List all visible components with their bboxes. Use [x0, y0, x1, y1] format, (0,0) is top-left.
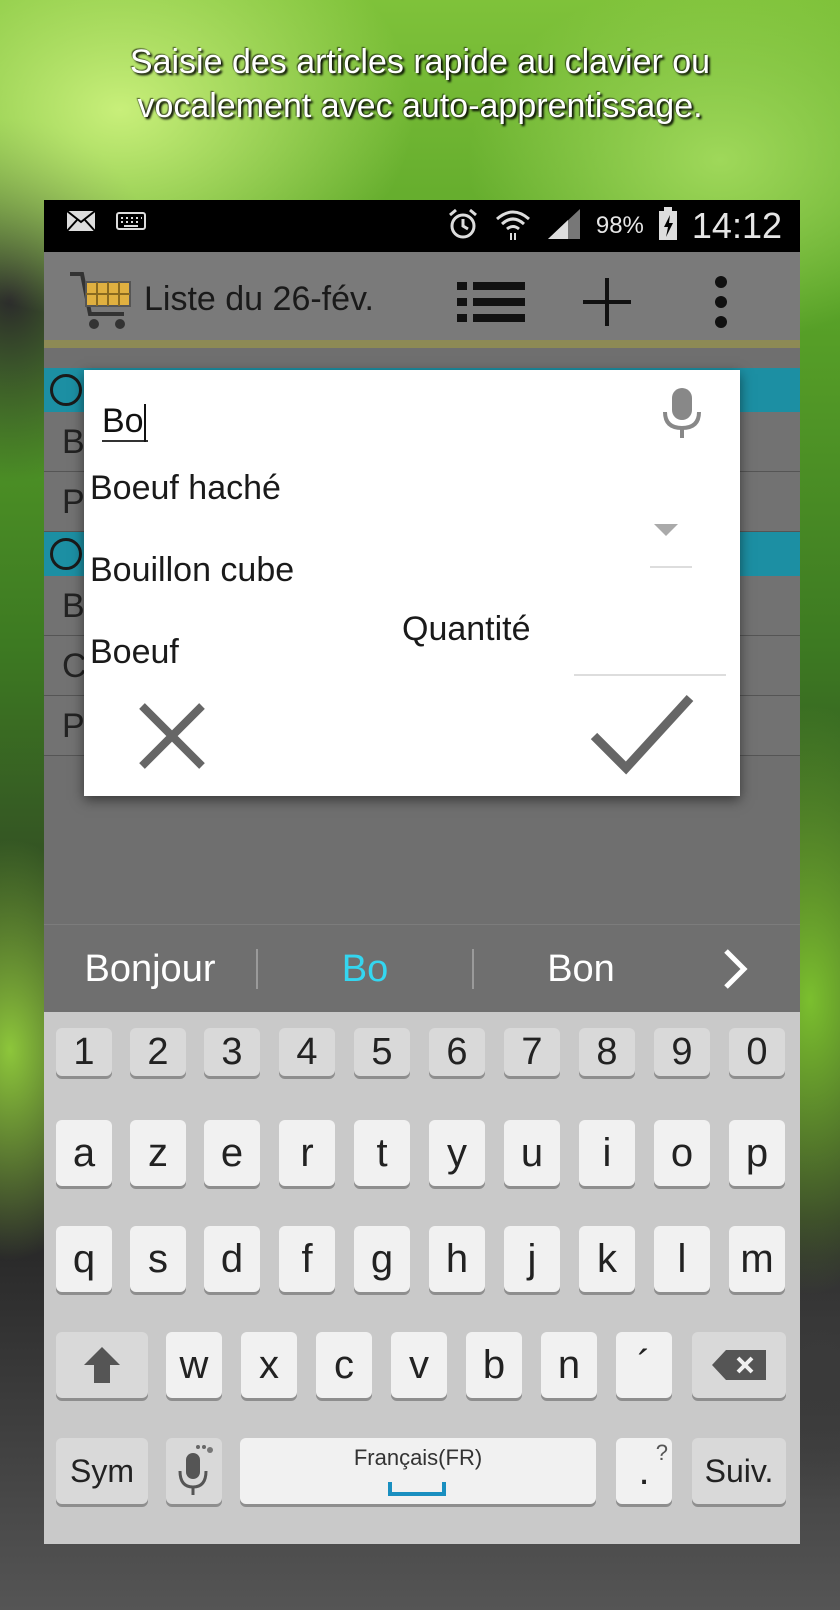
key-b[interactable]: b: [466, 1332, 522, 1398]
key-0[interactable]: 0: [729, 1028, 785, 1076]
promo-caption: Saisie des articles rapide au clavier ou…: [0, 40, 840, 128]
next-key[interactable]: Suiv.: [692, 1438, 786, 1504]
shift-arrow-icon: [82, 1347, 122, 1394]
key-p[interactable]: p: [729, 1120, 785, 1186]
list-title: Liste du 26-fév.: [144, 280, 374, 318]
chevron-down-icon: [50, 374, 82, 406]
key-f[interactable]: f: [279, 1226, 335, 1292]
shift-key[interactable]: [56, 1332, 148, 1398]
key-c[interactable]: c: [316, 1332, 372, 1398]
key-g[interactable]: g: [354, 1226, 410, 1292]
key-8[interactable]: 8: [579, 1028, 635, 1076]
space-key[interactable]: Français(FR): [240, 1438, 596, 1504]
key-s[interactable]: s: [130, 1226, 186, 1292]
item-name-value: Bo: [102, 402, 144, 440]
key-6[interactable]: 6: [429, 1028, 485, 1076]
battery-percent: 98%: [595, 212, 644, 239]
add-item-dialog: Bo Boeuf haché Bouillon cube Boeuf Quant…: [84, 370, 740, 796]
keyboard-icon: [116, 212, 146, 235]
key-acute[interactable]: ´: [616, 1332, 672, 1398]
key-d[interactable]: d: [204, 1226, 260, 1292]
key-q[interactable]: q: [56, 1226, 112, 1292]
key-2[interactable]: 2: [130, 1028, 186, 1076]
microphone-icon[interactable]: [662, 388, 702, 445]
status-bar: 98% 14:12: [44, 200, 800, 252]
chevron-down-icon: [50, 538, 82, 570]
key-u[interactable]: u: [504, 1120, 560, 1186]
autocomplete-suggestion[interactable]: Boeuf haché: [90, 458, 281, 518]
key-x[interactable]: x: [241, 1332, 297, 1398]
key-a[interactable]: a: [56, 1120, 112, 1186]
key-m[interactable]: m: [729, 1226, 785, 1292]
space-language-label: Français(FR): [353, 1445, 483, 1470]
promo-caption-line2: vocalement avec auto-apprentissage.: [137, 87, 703, 125]
add-icon[interactable]: [572, 270, 642, 334]
keyboard-suggestion-active[interactable]: Bo: [258, 925, 472, 1013]
key-y[interactable]: y: [429, 1120, 485, 1186]
punctuation-hint: ?: [655, 1440, 668, 1465]
key-e[interactable]: e: [204, 1120, 260, 1186]
wifi-icon: [494, 207, 532, 246]
punctuation-label: .: [638, 1449, 650, 1493]
key-h[interactable]: h: [429, 1226, 485, 1292]
key-l[interactable]: l: [654, 1226, 710, 1292]
unit-dropdown-underline: [650, 566, 692, 568]
quantity-label: Quantité: [402, 610, 531, 648]
key-r[interactable]: r: [279, 1120, 335, 1186]
sym-key[interactable]: Sym: [56, 1438, 148, 1504]
voice-input-key[interactable]: [166, 1438, 222, 1504]
key-7[interactable]: 7: [504, 1028, 560, 1076]
key-9[interactable]: 9: [654, 1028, 710, 1076]
backspace-key[interactable]: [692, 1332, 786, 1398]
space-bar-icon: [388, 1482, 446, 1496]
key-k[interactable]: k: [579, 1226, 635, 1292]
cart-icon[interactable]: [66, 266, 136, 339]
key-1[interactable]: 1: [56, 1028, 112, 1076]
key-w[interactable]: w: [166, 1332, 222, 1398]
keyboard-suggestion[interactable]: Bon: [474, 925, 688, 1013]
key-v[interactable]: v: [391, 1332, 447, 1398]
mail-icon: [66, 210, 96, 237]
clock: 14:12: [691, 205, 782, 246]
key-3[interactable]: 3: [204, 1028, 260, 1076]
key-z[interactable]: z: [130, 1120, 186, 1186]
unit-dropdown-arrow-icon[interactable]: [654, 524, 678, 536]
autocomplete-suggestion[interactable]: Bouillon cube: [90, 540, 294, 600]
soft-keyboard: 1 2 3 4 5 6 7 8 9 0 a z e r t y u i o p …: [44, 1012, 800, 1544]
keyboard-suggestion-bar: Bonjour Bo Bon: [44, 924, 800, 1012]
key-j[interactable]: j: [504, 1226, 560, 1292]
list-icon[interactable]: [456, 270, 526, 334]
alarm-icon: [446, 207, 480, 246]
key-i[interactable]: i: [579, 1120, 635, 1186]
punctuation-key[interactable]: ? .: [616, 1438, 672, 1504]
chevron-right-icon[interactable]: [720, 947, 750, 996]
signal-icon: [546, 207, 582, 246]
promo-caption-line1: Saisie des articles rapide au clavier ou: [129, 43, 711, 81]
overflow-menu-icon[interactable]: [686, 270, 756, 334]
confirm-check-icon[interactable]: [590, 692, 694, 781]
microphone-icon: [174, 1445, 214, 1508]
key-5[interactable]: 5: [354, 1028, 410, 1076]
item-name-input[interactable]: Bo: [102, 400, 148, 443]
quantity-field[interactable]: [574, 674, 726, 676]
cancel-icon[interactable]: [136, 700, 208, 777]
keyboard-suggestion[interactable]: Bonjour: [44, 925, 256, 1013]
key-o[interactable]: o: [654, 1120, 710, 1186]
text-caret: [143, 404, 146, 443]
backspace-icon: [712, 1345, 766, 1389]
app-bar: Liste du 26-fév.: [44, 252, 800, 348]
key-4[interactable]: 4: [279, 1028, 335, 1076]
autocomplete-suggestion[interactable]: Boeuf: [90, 622, 179, 682]
phone-screen: 98% 14:12 Liste du 26-fév. B P B C P Bo …: [44, 200, 800, 1544]
battery-icon: [658, 206, 678, 246]
key-n[interactable]: n: [541, 1332, 597, 1398]
key-t[interactable]: t: [354, 1120, 410, 1186]
